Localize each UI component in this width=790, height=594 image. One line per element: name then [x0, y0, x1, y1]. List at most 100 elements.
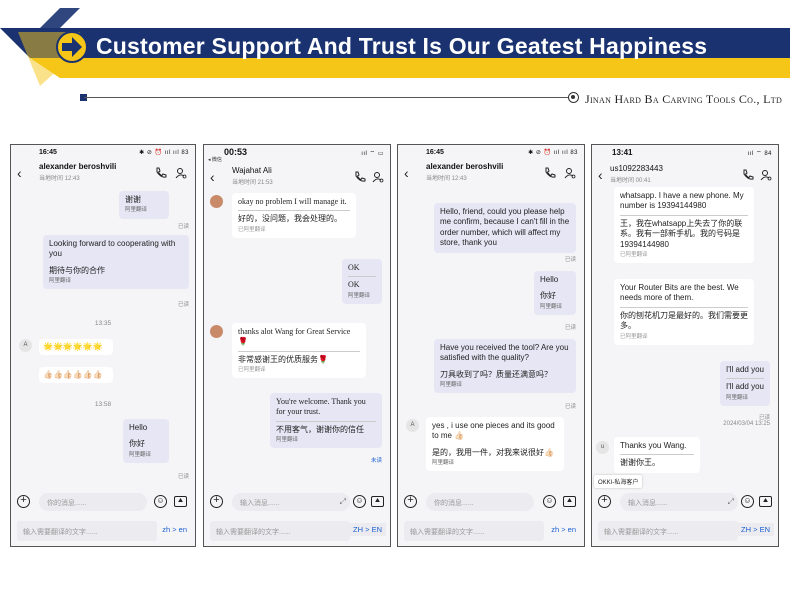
status-bar: 16:45 ✱ ⊘ ⏰ ııl ııl 83 — [11, 145, 195, 159]
translate-label: 阿里翻译 — [726, 394, 749, 401]
image-icon[interactable]: ⛰ — [174, 496, 187, 507]
expand-icon[interactable]: ⤢ — [340, 497, 346, 507]
chat-screenshot-2: 00:53 ◂ 微信 ııl ⌔ ▭ ‹ Wajahat Ali 当地时间 21… — [203, 144, 391, 547]
phone-call-icon[interactable] — [742, 169, 754, 181]
company-divider — [84, 97, 568, 98]
message-bubble: 🌟🌟🌟🌟🌟🌟 — [39, 339, 113, 356]
user-settings-icon[interactable] — [760, 169, 772, 181]
image-icon[interactable]: ⛰ — [371, 496, 384, 507]
read-status: 已读 — [758, 415, 770, 421]
status-time: 00:53 — [224, 147, 248, 157]
status-icons: ✱ ⊘ ⏰ ııl ııl 83 — [528, 150, 578, 156]
plus-icon[interactable]: + — [17, 495, 30, 508]
read-status: 已读 — [564, 325, 576, 331]
phone-call-icon[interactable] — [155, 167, 167, 179]
message-input[interactable]: 输入消息...... — [232, 493, 350, 511]
translate-bar: 输入需要翻译的文字...... zh > en — [11, 516, 195, 546]
phone-call-icon[interactable] — [354, 171, 366, 183]
message-list: 谢谢 阿里翻译 已读 Looking forward to cooperatin… — [11, 189, 195, 490]
chat-header: ‹ alexander beroshvili 当地时间 12:43 — [398, 159, 584, 189]
status-time: 16:45 — [426, 149, 444, 156]
avatar — [210, 195, 223, 208]
banner-title: Customer Support And Trust Is Our Geates… — [96, 33, 708, 59]
language-toggle[interactable]: zh > en — [162, 525, 187, 534]
translate-label: 阿里翻译 — [348, 292, 371, 299]
message-bubble: okay no problem I will manage it. 好的，没问题… — [232, 193, 356, 238]
language-toggle[interactable]: ZH > EN — [349, 523, 386, 536]
image-icon[interactable]: ⛰ — [759, 496, 772, 507]
message-input[interactable]: 你的消息...... — [426, 493, 534, 511]
image-icon[interactable]: ⛰ — [563, 496, 576, 507]
status-time: 13:41 — [612, 148, 633, 157]
avatar — [210, 325, 223, 338]
read-status: 已读 — [564, 257, 576, 263]
message-bubble: thanks alot Wang for Great Service 🌹 非常感… — [232, 323, 366, 379]
customer-tag[interactable]: OKKI-私海客户 — [594, 475, 643, 488]
chat-screenshot-4: 13:41 ııl ⌔ 84 ‹ us1092283443 当地时间 00:41… — [591, 144, 779, 547]
avatar: A — [406, 419, 419, 432]
translate-input[interactable]: 输入需要翻译的文字...... — [17, 521, 157, 541]
message-bubble: Looking forward to cooperating with you … — [43, 235, 189, 290]
input-bar: + 输入消息...... ⤢ ☺ ⛰ — [592, 490, 778, 516]
expand-icon[interactable]: ⤢ — [728, 497, 734, 507]
contact-local-time: 当地时间 12:43 — [39, 176, 80, 182]
status-time: 16:45 — [39, 149, 57, 156]
company-name: Jinan Hard Ba Carving Tools Co., Ltd — [585, 92, 783, 106]
translate-input[interactable]: 输入需要翻译的文字...... — [598, 521, 738, 541]
emoji-icon[interactable]: ☺ — [543, 495, 556, 508]
translate-label: 已阿里翻译 — [620, 251, 648, 258]
status-icons: ııl ⌔ 84 — [747, 151, 772, 157]
translate-label: 阿里翻译 — [129, 451, 152, 458]
translate-label: 阿里翻译 — [125, 207, 148, 214]
message-bubble: whatsapp. I have a new phone. My number … — [614, 187, 754, 264]
banner: Customer Support And Trust Is Our Geates… — [0, 0, 790, 92]
input-bar: + 你的消息...... ☺ ⛰ — [11, 490, 195, 516]
status-return: ◂ 微信 — [208, 157, 222, 163]
language-toggle[interactable]: zh > en — [551, 525, 576, 534]
emoji-icon[interactable]: ☺ — [741, 495, 754, 508]
message-input[interactable]: 你的消息...... — [39, 493, 147, 511]
back-arrow-icon[interactable]: ‹ — [210, 169, 215, 185]
message-bubble: Thanks you Wang. 谢谢你王。 — [614, 437, 700, 473]
timestamp: 2024/03/04 13:25 — [723, 421, 770, 427]
message-bubble: Have you received the tool? Are you sati… — [434, 339, 576, 394]
message-list: okay no problem I will manage it. 好的，没问题… — [204, 193, 390, 490]
back-arrow-icon[interactable]: ‹ — [17, 165, 22, 181]
back-arrow-icon[interactable]: ‹ — [404, 165, 409, 181]
avatar: A — [19, 339, 32, 352]
translate-bar: 输入需要翻译的文字...... ZH > EN — [204, 516, 390, 546]
translate-label: 阿里翻译 — [276, 437, 299, 444]
phone-call-icon[interactable] — [544, 167, 556, 179]
translate-input[interactable]: 输入需要翻译的文字...... — [404, 521, 544, 541]
translate-label: 已阿里翻译 — [238, 226, 266, 233]
translate-label: 阿里翻译 — [432, 460, 455, 467]
plus-icon[interactable]: + — [598, 495, 611, 508]
contact-local-time: 当地时间 21:53 — [232, 180, 273, 186]
plus-icon[interactable]: + — [210, 495, 223, 508]
read-status: 已读 — [177, 224, 189, 230]
message-bubble: I'll add you I'll add you 阿里翻译 — [720, 361, 770, 406]
translate-label: 阿里翻译 — [540, 303, 563, 310]
contact-name: Wajahat Ali — [232, 166, 272, 175]
user-settings-icon[interactable] — [372, 171, 384, 183]
language-toggle[interactable]: ZH > EN — [737, 523, 774, 536]
chat-header: ‹ Wajahat Ali 当地时间 21:53 — [204, 163, 390, 193]
message-bubble: Hello 你好 阿里翻译 — [123, 419, 169, 463]
emoji-icon[interactable]: ☺ — [154, 495, 167, 508]
user-settings-icon[interactable] — [564, 167, 576, 179]
read-status: 已读 — [177, 302, 189, 308]
message-bubble: Your Router Bits are the best. We needs … — [614, 279, 754, 345]
chat-screenshot-1: 16:45 ✱ ⊘ ⏰ ııl ııl 83 ‹ alexander beros… — [10, 144, 196, 547]
arrow-right-icon — [56, 31, 88, 63]
translate-input[interactable]: 输入需要翻译的文字...... — [210, 521, 350, 541]
status-icons: ııl ⌔ ▭ — [361, 151, 384, 157]
translate-bar: 输入需要翻译的文字...... ZH > EN — [592, 516, 778, 546]
back-arrow-icon[interactable]: ‹ — [598, 167, 603, 183]
translate-label: 阿里翻译 — [440, 382, 463, 389]
input-bar: + 输入消息...... ⤢ ☺ ⛰ — [204, 490, 390, 516]
plus-icon[interactable]: + — [404, 495, 417, 508]
status-bar: 00:53 ◂ 微信 ııl ⌔ ▭ — [204, 145, 390, 163]
emoji-icon[interactable]: ☺ — [353, 495, 366, 508]
user-settings-icon[interactable] — [175, 167, 187, 179]
message-input[interactable]: 输入消息...... — [620, 493, 738, 511]
